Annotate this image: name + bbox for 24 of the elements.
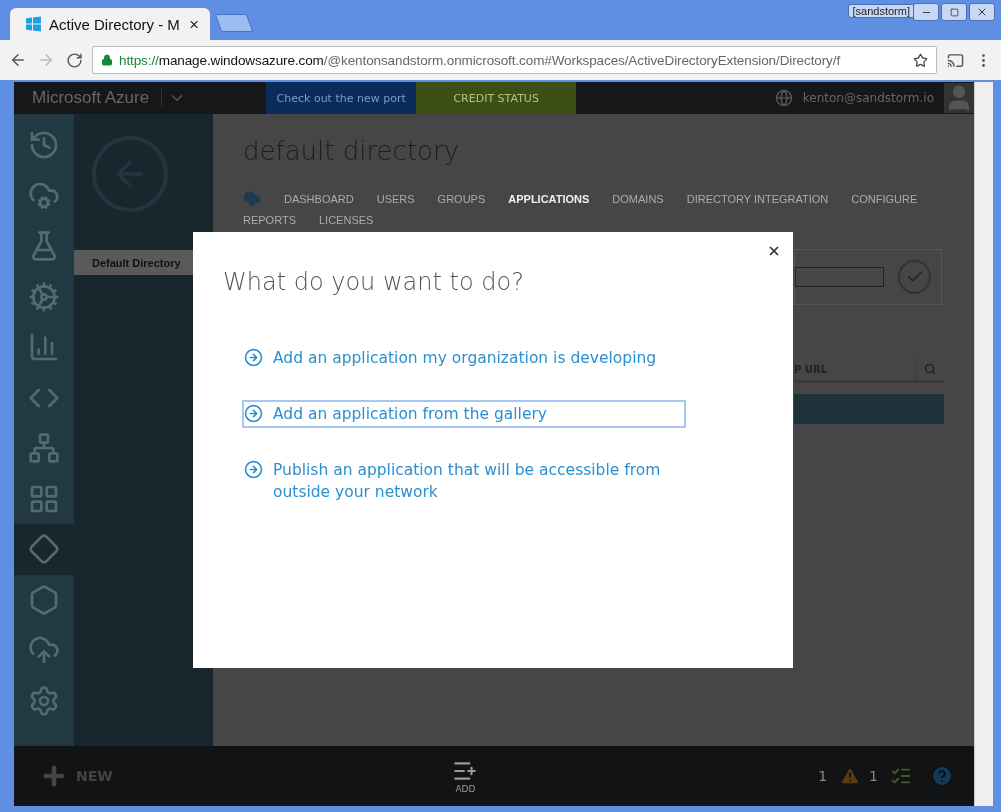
brand-name: Microsoft Azure [31,88,151,108]
credit-status-button[interactable]: CREDIT STATUS [416,82,577,114]
page-tab[interactable]: DOMAINS [612,193,664,205]
page-tab[interactable]: DIRECTORY INTEGRATION [686,193,829,205]
tab-title: Active Directory - M [48,15,180,33]
page-tab[interactable]: GROUPS [437,193,486,205]
task-count: 1 [869,768,878,784]
page-tab[interactable]: LICENSES [319,214,374,226]
dialog-option-link[interactable]: Add an application my organization is developing [242,344,686,372]
page-tab[interactable]: USERS [376,193,415,205]
browser-tab[interactable]: Active Directory - M [10,8,210,40]
dialog-title: What do you want to do? [223,268,525,296]
address-field[interactable]: https://manage.windowsazure.com/@kentonsandstorm.onmicrosoft.com#Workspaces/ActiveDirectoryExtension/Directory/f [92,46,937,74]
dialog-option-link[interactable]: Publish an application that will be accessible from outside your network [242,456,686,506]
promo-banner[interactable]: Check out the new port [266,82,417,114]
page-tab[interactable]: APPLICATIONS [508,193,590,205]
page-tab[interactable]: DASHBOARD [284,193,354,205]
page-tab[interactable]: REPORTS [243,214,296,226]
user-email[interactable]: kenton@sandstorm.io [802,91,934,105]
page-tab[interactable]: CONFIGURE [851,193,918,205]
dialog-option-link[interactable]: Add an application from the gallery [242,400,686,428]
add-button[interactable]: ADD [452,758,479,794]
profile-label[interactable]: [sandstorm] [847,4,915,18]
warning-count: 1 [818,768,828,784]
